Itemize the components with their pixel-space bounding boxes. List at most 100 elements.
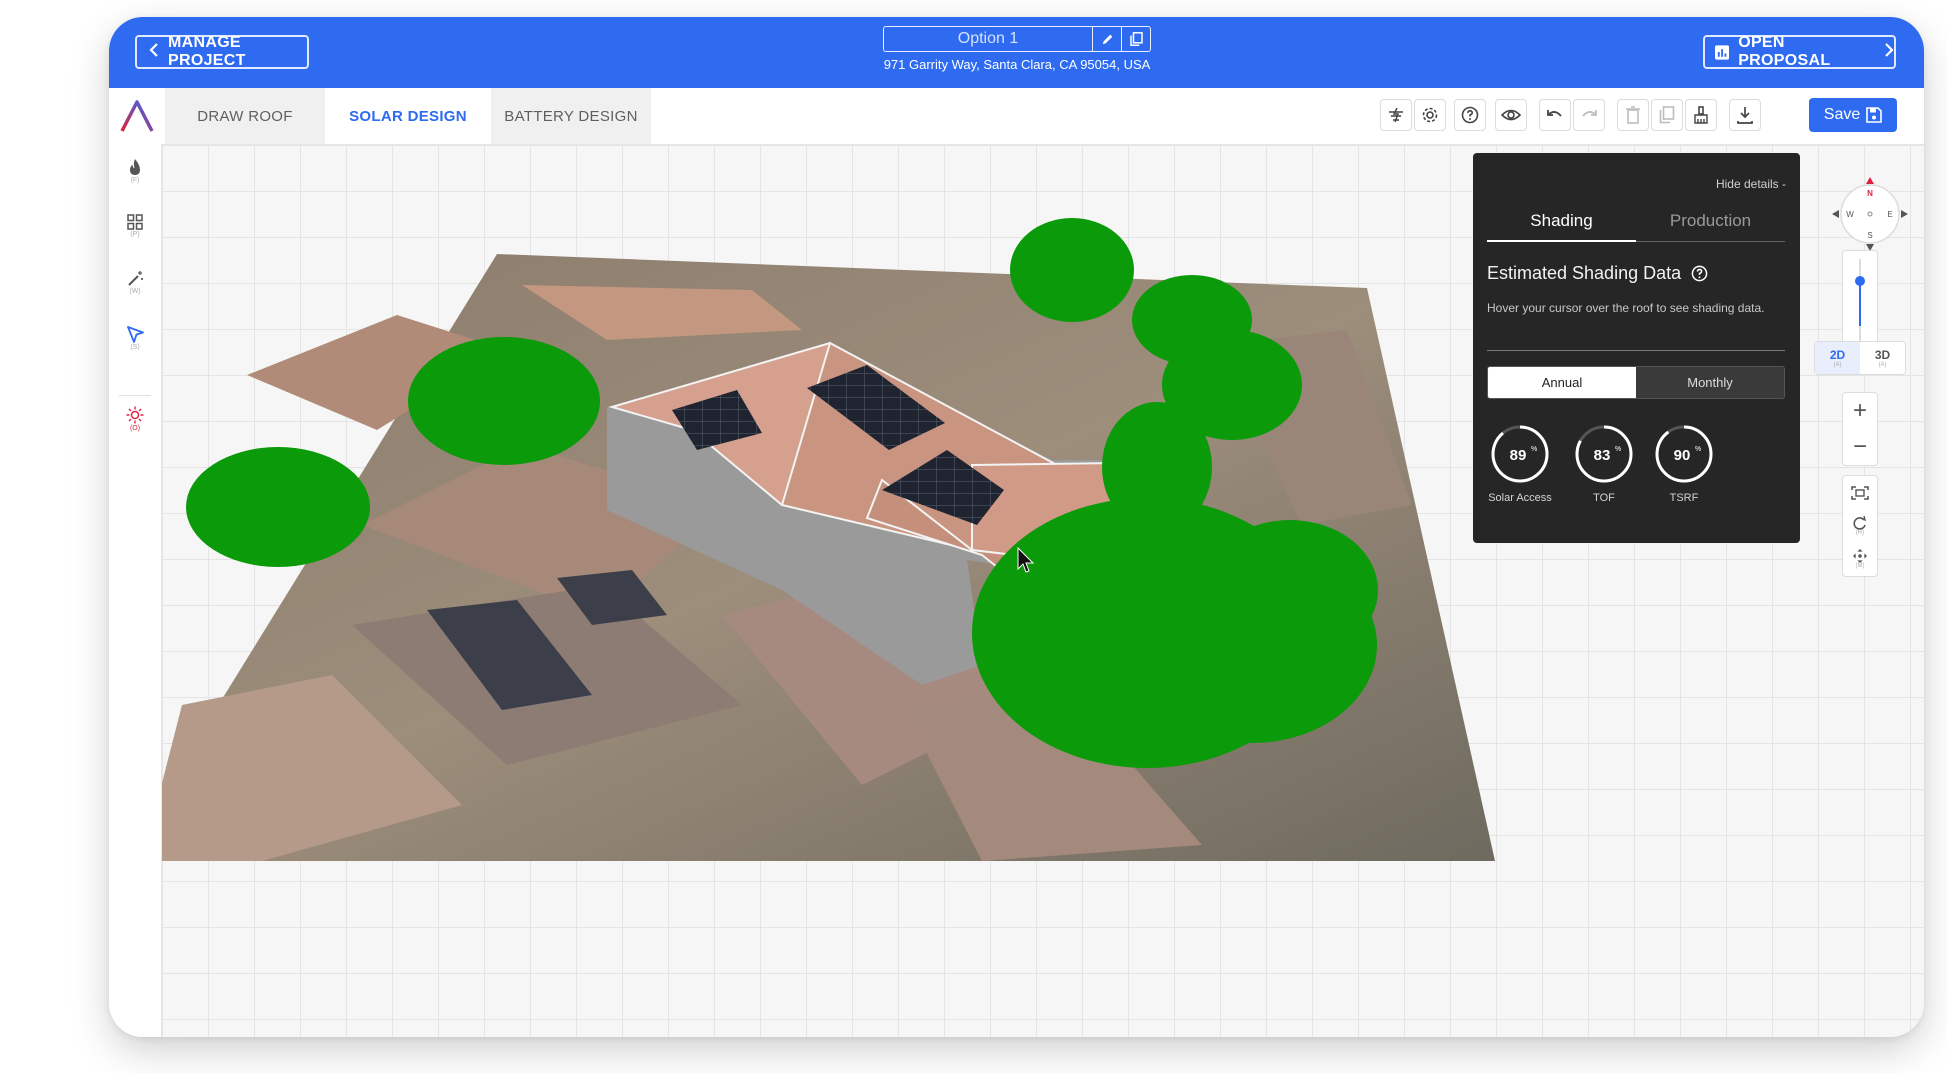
east-arrow-icon xyxy=(1901,210,1908,218)
tab-production[interactable]: Production xyxy=(1636,211,1785,231)
move-icon xyxy=(1853,548,1867,563)
gauge-tsrf: 90 % TSRF xyxy=(1644,421,1724,504)
top-bar: MANAGE PROJECT Option 1 971 Garrity Way,… xyxy=(109,17,1924,88)
manage-project-label: MANAGE PROJECT xyxy=(168,34,246,69)
redo-icon xyxy=(1582,110,1597,117)
tool-sidebar: (F) (P) (W) (S) (O) xyxy=(109,144,162,1037)
shading-hint: Hover your cursor over the roof to see s… xyxy=(1487,301,1765,315)
tab-solar-design[interactable]: SOLAR DESIGN xyxy=(325,88,491,144)
view-3d-label: 3D xyxy=(1874,348,1891,362)
chevron-right-icon xyxy=(1884,42,1894,62)
horizon-button[interactable] xyxy=(1380,99,1412,131)
eye-icon xyxy=(1501,109,1521,121)
slider-handle[interactable] xyxy=(1855,276,1865,286)
zoom-out-button[interactable]: − xyxy=(1843,429,1877,465)
tab-draw-roof[interactable]: DRAW ROOF xyxy=(165,88,325,144)
tree-obstruction[interactable] xyxy=(186,447,370,567)
compass-w: W xyxy=(1846,210,1854,219)
undo-button[interactable] xyxy=(1539,99,1571,131)
west-arrow-icon xyxy=(1832,210,1839,218)
zoom-in-button[interactable]: + xyxy=(1843,393,1877,429)
option-name-field[interactable]: Option 1 xyxy=(883,26,1151,52)
brush-icon xyxy=(1694,106,1708,124)
clean-button[interactable] xyxy=(1685,99,1717,131)
view-2d-button[interactable]: 2D (A) xyxy=(1815,342,1860,374)
sun-icon xyxy=(126,406,144,424)
delete-icon xyxy=(1626,106,1640,124)
redo-button[interactable] xyxy=(1573,99,1605,131)
copy-icon xyxy=(1129,32,1143,46)
option-name-input[interactable]: Option 1 xyxy=(884,27,1092,51)
view-mode-toggle: 2D (A) 3D (A) xyxy=(1814,341,1906,375)
hotkey-label: (W) xyxy=(129,288,141,295)
annual-option[interactable]: Annual xyxy=(1488,367,1636,398)
rotate-icon xyxy=(1853,515,1867,530)
compass-s: S xyxy=(1867,231,1872,240)
rotate-button[interactable]: (R) xyxy=(1843,509,1877,542)
project-address: 971 Garrity Way, Santa Clara, CA 95054, … xyxy=(883,57,1151,72)
tree-obstruction[interactable] xyxy=(1010,218,1134,322)
view-2d-label: 2D xyxy=(1829,348,1846,362)
sidebar-item-fire[interactable]: (F) xyxy=(121,158,149,192)
help-icon[interactable] xyxy=(1691,265,1708,282)
compass-n: N xyxy=(1867,189,1873,198)
design-navbar: DRAW ROOF SOLAR DESIGN BATTERY DESIGN Sa… xyxy=(109,88,1924,145)
gauge-value: 89 xyxy=(1510,447,1527,464)
pan-button[interactable]: (M) xyxy=(1843,542,1877,575)
sidebar-item-auto-design[interactable]: (W) xyxy=(121,270,149,304)
hotkey-label: (P) xyxy=(130,231,140,238)
sidebar-item-select[interactable]: (S) xyxy=(121,326,149,360)
help-icon xyxy=(1461,106,1479,124)
hotkey-label: (O) xyxy=(129,425,141,432)
settings-button[interactable] xyxy=(1414,99,1446,131)
shading-details-panel: Hide details - Shading Production Estima… xyxy=(1473,153,1800,543)
period-toggle: Annual Monthly xyxy=(1487,366,1785,399)
manage-project-button[interactable]: MANAGE PROJECT xyxy=(135,34,309,69)
hotkey-label: (F) xyxy=(130,177,140,184)
north-arrow-icon xyxy=(1866,177,1874,184)
help-button[interactable] xyxy=(1454,99,1486,131)
edit-option-button[interactable] xyxy=(1092,27,1121,51)
undo-icon xyxy=(1547,110,1562,117)
fit-screen-icon xyxy=(1851,485,1869,500)
shading-title-text: Estimated Shading Data xyxy=(1487,263,1682,283)
compass-control[interactable]: N S W E xyxy=(1826,169,1914,259)
view-toggle-button[interactable] xyxy=(1495,99,1527,131)
view-tools: (R) (M) xyxy=(1842,475,1878,577)
monthly-option[interactable]: Monthly xyxy=(1636,367,1784,398)
hide-details-link[interactable]: Hide details - xyxy=(1716,177,1786,191)
tab-shading[interactable]: Shading xyxy=(1487,211,1636,242)
sidebar-item-panels[interactable]: (P) xyxy=(121,214,149,248)
magic-wand-icon xyxy=(127,271,143,286)
copy-button[interactable] xyxy=(1651,99,1683,131)
download-button[interactable] xyxy=(1729,99,1761,131)
design-canvas[interactable]: Hide details - Shading Production Estima… xyxy=(162,145,1924,1037)
grid-icon xyxy=(127,214,143,230)
percent-sign: % xyxy=(1531,446,1537,453)
app-window: MANAGE PROJECT Option 1 971 Garrity Way,… xyxy=(109,17,1924,1037)
details-tabs: Shading Production xyxy=(1487,211,1785,242)
tree-obstruction[interactable] xyxy=(1127,547,1377,743)
tab-battery-design[interactable]: BATTERY DESIGN xyxy=(491,88,651,144)
gauge-value: 90 xyxy=(1674,447,1691,464)
flame-icon xyxy=(130,159,140,175)
open-proposal-button[interactable]: OPEN PROPOSAL xyxy=(1703,34,1896,69)
gauge-label: Solar Access xyxy=(1488,492,1552,504)
pencil-icon xyxy=(1102,34,1112,44)
sidebar-item-shading[interactable]: (O) xyxy=(121,406,149,440)
gauge-label: TOF xyxy=(1593,492,1615,504)
view-3d-button[interactable]: 3D (A) xyxy=(1860,342,1905,374)
save-button[interactable]: Save xyxy=(1809,98,1897,132)
gauge-tof: 83 % TOF xyxy=(1564,421,1644,504)
hotkey-label: (A) xyxy=(1833,362,1842,368)
fit-view-button[interactable] xyxy=(1843,476,1877,509)
chevron-left-icon xyxy=(149,42,159,62)
delete-button[interactable] xyxy=(1617,99,1649,131)
duplicate-option-button[interactable] xyxy=(1121,27,1150,51)
panel-divider xyxy=(1487,350,1785,351)
gauge-value: 83 xyxy=(1594,447,1611,464)
settings-icon xyxy=(1422,107,1438,123)
tree-obstruction[interactable] xyxy=(408,337,600,465)
hotkey-label: (M) xyxy=(1855,562,1865,569)
sidebar-divider xyxy=(119,395,151,396)
